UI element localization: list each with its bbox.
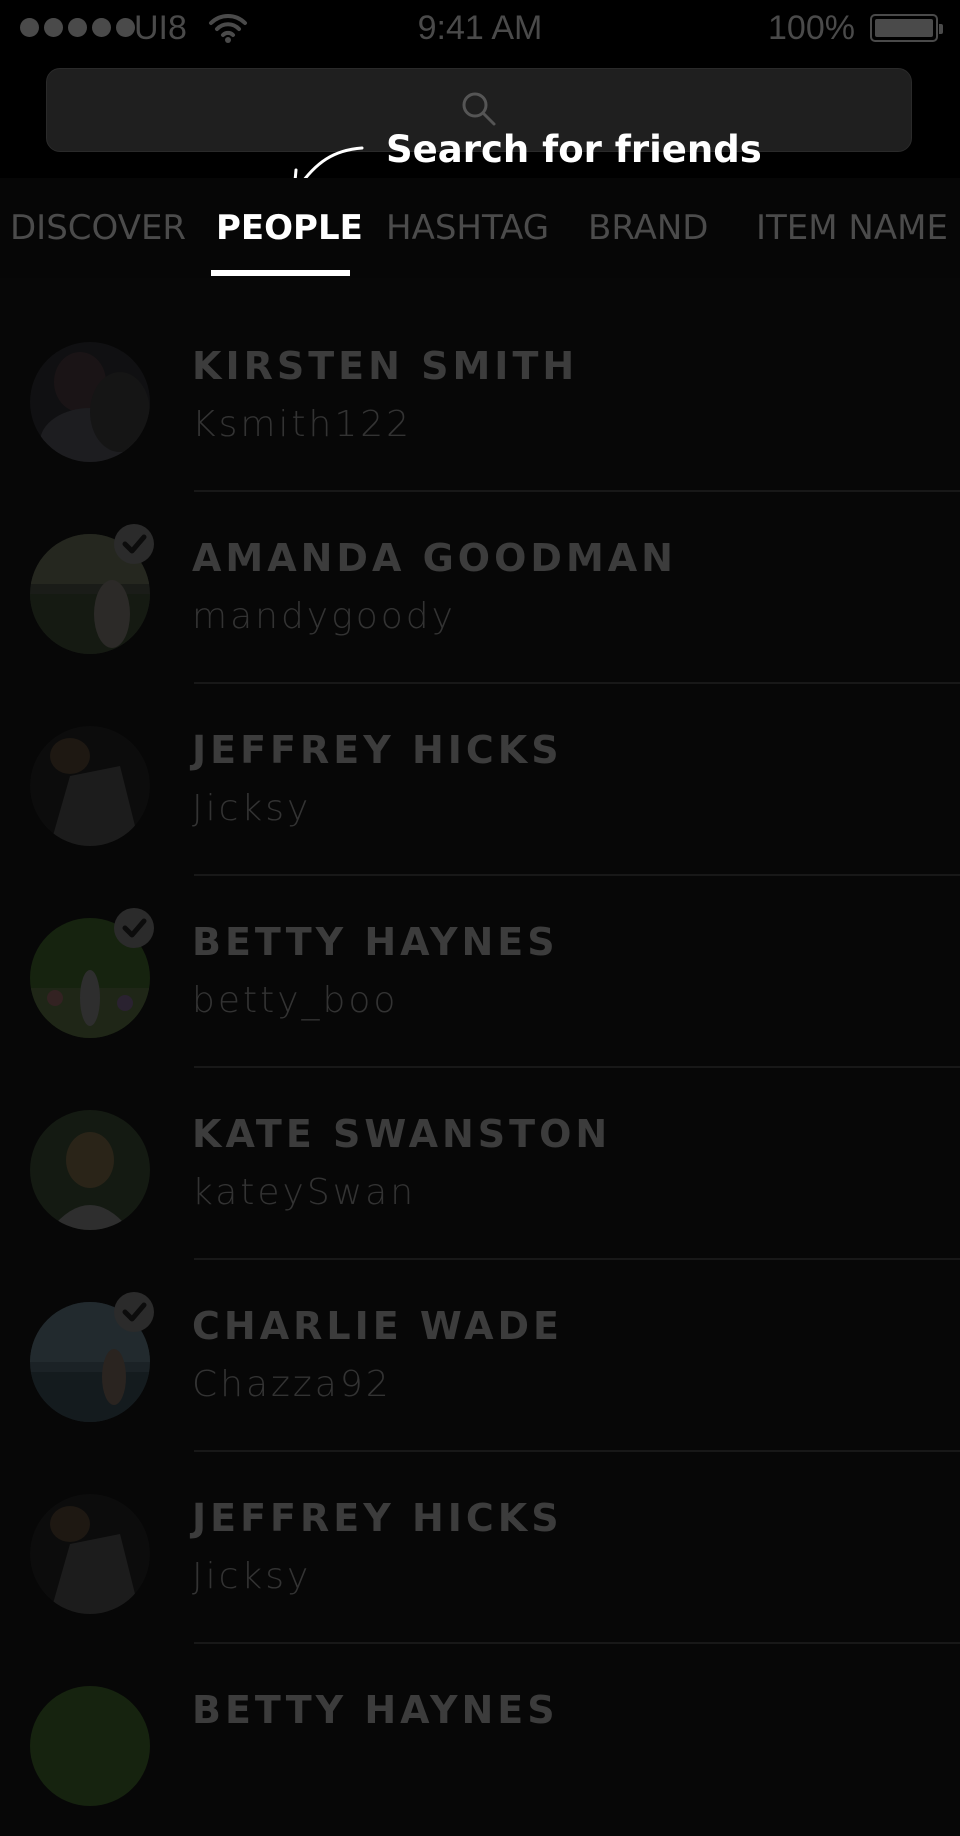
person-handle: mandygoody [192, 596, 456, 637]
avatar [30, 1110, 150, 1230]
list-item[interactable]: JEFFREY HICKS Jicksy [0, 684, 960, 876]
search-tooltip: Search for friends [386, 128, 762, 171]
person-handle: Chazza92 [192, 1364, 392, 1405]
avatar [30, 1686, 150, 1806]
list-item[interactable]: JEFFREY HICKS Jicksy [0, 1452, 960, 1644]
person-handle: Jicksy [192, 1556, 312, 1597]
tab-discover[interactable]: DISCOVER [10, 208, 186, 248]
list-item[interactable]: CHARLIE WADE Chazza92 [0, 1260, 960, 1452]
person-name: CHARLIE WADE [192, 1304, 564, 1348]
person-handle: betty_boo [192, 980, 399, 1021]
list-item[interactable]: KIRSTEN SMITH Ksmith122 [0, 300, 960, 492]
list-item[interactable]: BETTY HAYNES [0, 1644, 960, 1836]
search-icon [461, 91, 497, 131]
person-name: KATE SWANSTON [192, 1112, 612, 1156]
people-list: KIRSTEN SMITH Ksmith122 AMANDA GOODMAN m… [0, 300, 960, 1836]
person-name: AMANDA GOODMAN [192, 536, 677, 580]
list-item[interactable]: KATE SWANSTON kateySwan [0, 1068, 960, 1260]
person-name: JEFFREY HICKS [192, 728, 563, 772]
list-item[interactable]: BETTY HAYNES betty_boo [0, 876, 960, 1068]
person-name: JEFFREY HICKS [192, 1496, 563, 1540]
status-bar: UI8 9:41 AM 100% [0, 0, 960, 56]
verified-badge-icon [114, 908, 154, 948]
verified-badge-icon [114, 1292, 154, 1332]
tab-bar: DISCOVER PEOPLE HASHTAG BRAND ITEM NAME [0, 178, 960, 278]
person-name: KIRSTEN SMITH [192, 344, 579, 388]
person-handle: Jicksy [192, 788, 312, 829]
tab-item-name[interactable]: ITEM NAME [756, 208, 948, 248]
avatar [30, 726, 150, 846]
avatar [30, 1494, 150, 1614]
person-name: BETTY HAYNES [192, 920, 559, 964]
tab-brand[interactable]: BRAND [588, 208, 708, 248]
person-name: BETTY HAYNES [192, 1688, 559, 1732]
avatar [30, 342, 150, 462]
battery-icon [870, 14, 943, 42]
person-handle: Ksmith122 [192, 404, 413, 445]
battery-percent: 100% [768, 9, 855, 47]
person-handle: kateySwan [192, 1172, 417, 1213]
tab-hashtag[interactable]: HASHTAG [386, 208, 549, 248]
active-tab-indicator [211, 270, 350, 276]
tab-people[interactable]: PEOPLE [216, 208, 363, 248]
list-item[interactable]: AMANDA GOODMAN mandygoody [0, 492, 960, 684]
verified-badge-icon [114, 524, 154, 564]
